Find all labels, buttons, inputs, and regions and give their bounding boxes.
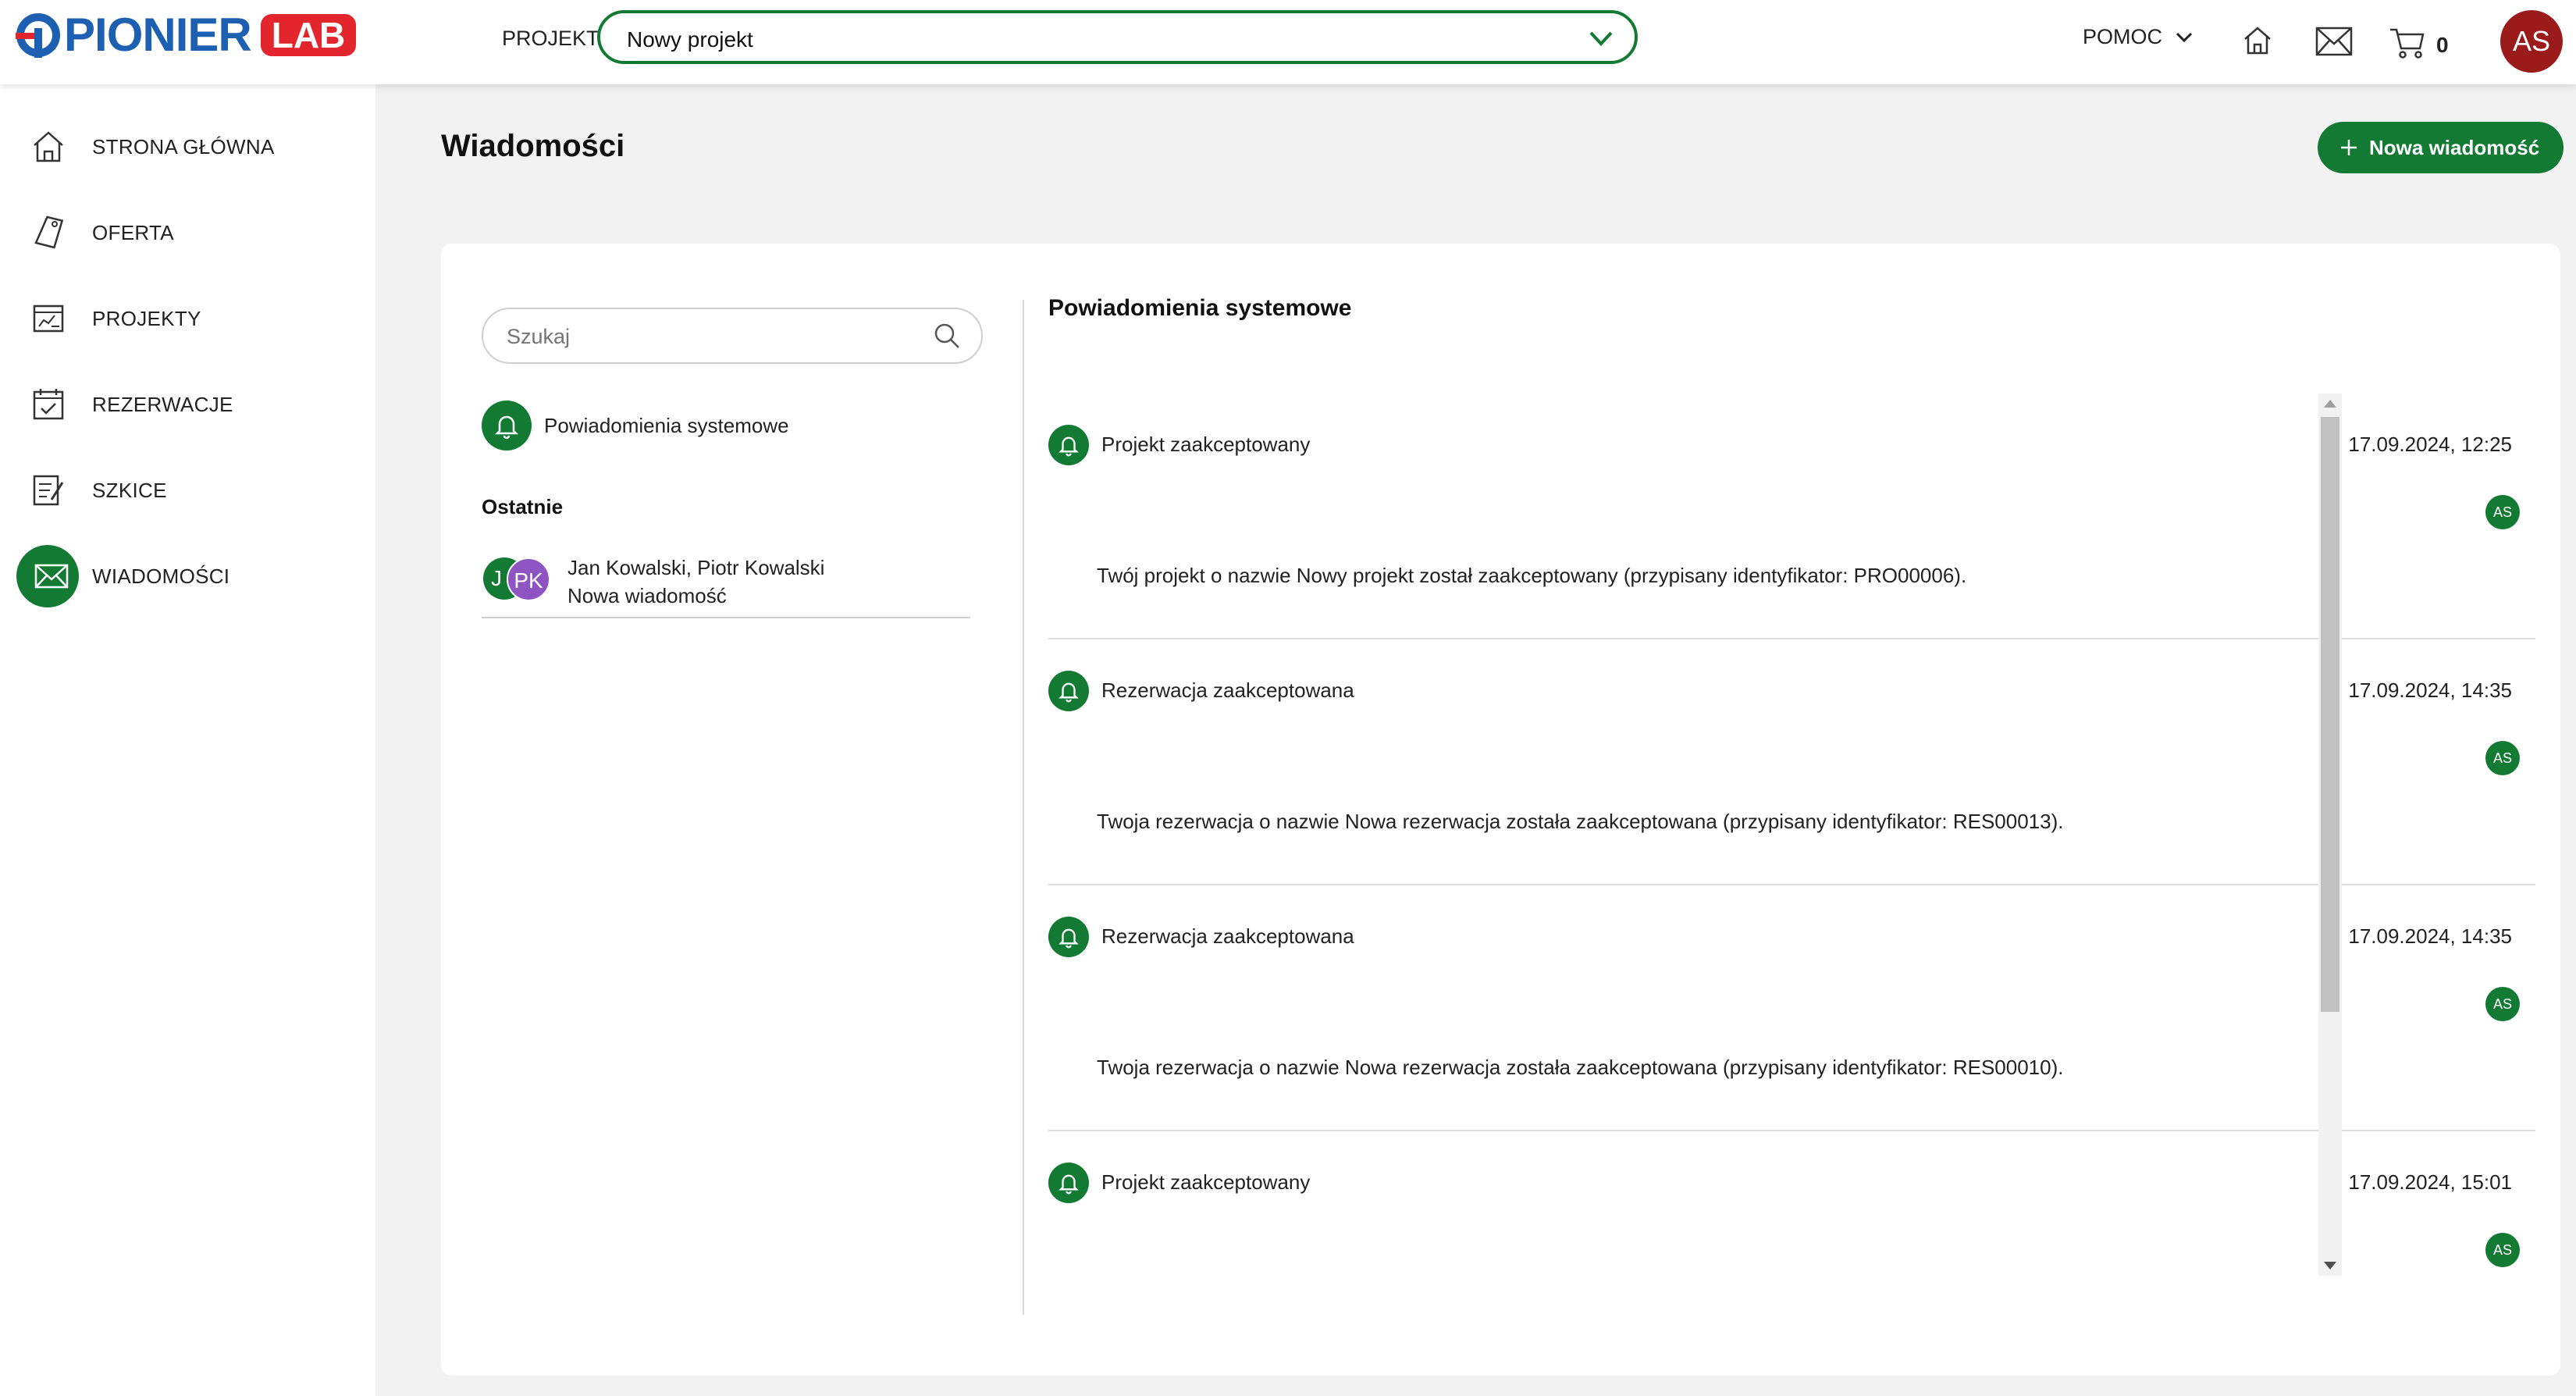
help-menu[interactable]: POMOC — [2083, 25, 2194, 49]
channel-label: Powiadomienia systemowe — [544, 413, 789, 437]
tag-icon — [34, 215, 64, 249]
message-date: 17.09.2024, 14:35 — [2348, 924, 2512, 948]
mail-icon — [34, 564, 69, 589]
message-item: Projekt zaakceptowany 17.09.2024, 12:25 … — [1048, 394, 2535, 639]
message-body-text: Twoja rezerwacja o nazwie Nowa rezerwacj… — [1097, 810, 2064, 833]
search-input[interactable] — [507, 322, 913, 351]
bell-icon — [1048, 917, 1089, 957]
recent-heading: Ostatnie — [482, 495, 564, 518]
project-select-value: Nowy projekt — [627, 27, 753, 52]
message-title: Rezerwacja zaakceptowana — [1101, 924, 1354, 948]
message-body-text: Twój projekt o nazwie Nowy projekt zosta… — [1097, 564, 1967, 587]
bell-icon — [1048, 425, 1089, 465]
message-item: Rezerwacja zaakceptowana 17.09.2024, 14:… — [1048, 885, 2535, 1131]
sidebar-item-label: STRONA GŁÓWNA — [92, 134, 275, 158]
sidebar: STRONA GŁÓWNA OFERTA PROJEKTY REZERWACJE — [0, 84, 375, 1396]
message-date: 17.09.2024, 14:35 — [2348, 678, 2512, 702]
search-icon[interactable] — [933, 322, 961, 350]
sidebar-item-projects[interactable]: PROJEKTY — [0, 287, 375, 350]
mail-icon[interactable] — [2315, 27, 2353, 56]
message-body: Twoja rezerwacja o nazwie Nowa rezerwacj… — [1097, 1056, 2507, 1080]
bell-icon — [1048, 1163, 1089, 1203]
divider — [1023, 300, 1024, 1315]
message-title: Projekt zaakceptowany — [1101, 1170, 1311, 1194]
conversation-subtitle: Nowa wiadomość — [568, 584, 727, 607]
user-avatar[interactable]: AS — [2500, 10, 2563, 73]
projects-icon — [33, 304, 64, 333]
avatar: PK — [507, 557, 550, 601]
message-body-text: Twoja rezerwacja o nazwie Nowa rezerwacj… — [1097, 1056, 2064, 1079]
chevron-down-icon — [1589, 31, 1613, 46]
system-notifications-channel[interactable]: Powiadomienia systemowe — [482, 400, 789, 451]
avatar: AS — [2485, 987, 2520, 1021]
message-item: Rezerwacja zaakceptowana 17.09.2024, 14:… — [1048, 639, 2535, 885]
draft-icon — [33, 475, 64, 506]
logo-mark-icon — [16, 13, 60, 58]
sidebar-item-offer[interactable]: OFERTA — [0, 201, 375, 264]
cart-count: 0 — [2436, 33, 2449, 57]
message-body: Twoja rezerwacja o nazwie Nowa rezerwacj… — [1097, 810, 2507, 834]
logo-lab-badge: LAB — [260, 14, 357, 56]
page-title: Wiadomości — [441, 129, 625, 163]
help-label: POMOC — [2083, 25, 2163, 48]
sidebar-item-home[interactable]: STRONA GŁÓWNA — [0, 116, 375, 178]
message-title: Rezerwacja zaakceptowana — [1101, 678, 1354, 702]
sidebar-item-label: PROJEKTY — [92, 306, 201, 330]
message-body: Twój projekt o nazwie Nowy projekt zosta… — [1097, 564, 2410, 588]
logo-text: PIONIER — [64, 9, 252, 61]
scrollbar[interactable] — [2318, 394, 2342, 1276]
message-date: 17.09.2024, 15:01 — [2348, 1170, 2512, 1194]
avatar: AS — [2485, 1233, 2520, 1267]
plus-icon — [2341, 140, 2357, 155]
sidebar-item-label: WIADOMOŚCI — [92, 564, 230, 588]
message-date: 17.09.2024, 12:25 — [2348, 433, 2512, 456]
avatar: AS — [2485, 495, 2520, 529]
sidebar-item-label: OFERTA — [92, 220, 174, 244]
sidebar-item-drafts[interactable]: SZKICE — [0, 459, 375, 522]
calendar-icon — [33, 389, 64, 420]
project-label: PROJEKT — [502, 27, 600, 50]
project-select[interactable]: Nowy projekt — [597, 10, 1638, 64]
home-icon — [34, 131, 63, 162]
scroll-up-arrow-icon[interactable] — [2324, 400, 2336, 408]
cart-icon[interactable] — [2389, 27, 2426, 59]
message-title: Projekt zaakceptowany — [1101, 433, 1311, 456]
scroll-down-arrow-icon[interactable] — [2324, 1262, 2336, 1270]
conversation-item[interactable]: J PK Jan Kowalski, Piotr Kowalski Nowa w… — [482, 554, 970, 618]
thread-title: Powiadomienia systemowe — [1048, 295, 1352, 321]
chevron-down-icon — [2176, 32, 2193, 42]
bell-icon — [482, 401, 532, 450]
message-item: Projekt zaakceptowany 17.09.2024, 15:01 … — [1048, 1131, 2535, 1276]
logo[interactable]: PIONIER LAB — [16, 9, 357, 61]
new-message-label: Nowa wiadomość — [2369, 135, 2540, 159]
top-header: PIONIER LAB PROJEKT Nowy projekt POMOC 0… — [0, 0, 2576, 84]
new-message-button[interactable]: Nowa wiadomość — [2318, 122, 2564, 173]
avatar: AS — [2485, 741, 2520, 775]
sidebar-item-label: SZKICE — [92, 478, 167, 502]
conversation-participants: Jan Kowalski, Piotr Kowalski — [568, 556, 825, 579]
scrollbar-thumb[interactable] — [2321, 417, 2339, 1012]
sidebar-item-messages[interactable]: WIADOMOŚCI — [0, 545, 375, 607]
home-icon[interactable] — [2240, 23, 2275, 58]
messages-card: Powiadomienia systemowe Ostatnie J PK Ja… — [441, 244, 2560, 1376]
bell-icon — [1048, 671, 1089, 711]
sidebar-item-label: REZERWACJE — [92, 392, 233, 416]
sidebar-item-reservations[interactable]: REZERWACJE — [0, 373, 375, 436]
search-box — [482, 308, 983, 364]
